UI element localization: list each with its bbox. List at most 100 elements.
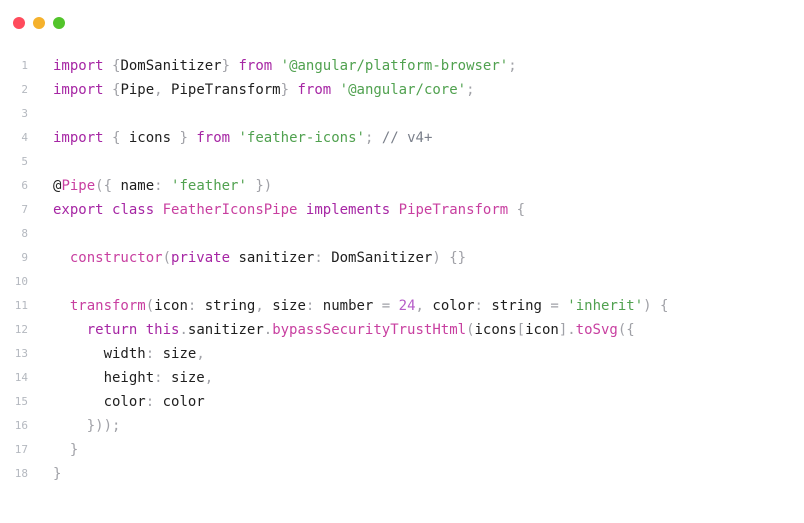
line-source: width: size, bbox=[53, 342, 205, 366]
code-token: 'feather' bbox=[171, 178, 247, 194]
code-token: } bbox=[221, 58, 231, 74]
code-token: Pipe bbox=[120, 82, 155, 98]
code-token: FeatherIconsPipe bbox=[162, 202, 298, 218]
code-token: , bbox=[204, 370, 214, 386]
line-number: 2 bbox=[21, 83, 28, 96]
code-token: sanitizer bbox=[187, 322, 264, 338]
code-token: DomSanitizer bbox=[120, 58, 222, 74]
code-token: . bbox=[263, 322, 273, 338]
line-number: 14 bbox=[14, 371, 28, 384]
code-token: ; bbox=[466, 82, 475, 98]
code-token: private bbox=[171, 250, 231, 266]
code-token: 'feather-icons' bbox=[238, 130, 365, 146]
line-number: 17 bbox=[14, 443, 28, 456]
line-source: return this.sanitizer.bypassSecurityTrus… bbox=[53, 318, 635, 342]
code-token: color bbox=[154, 394, 205, 410]
line-number: 18 bbox=[14, 467, 28, 480]
code-token: color bbox=[423, 298, 475, 314]
code-token: } bbox=[69, 442, 79, 458]
code-token: : bbox=[314, 250, 323, 266]
code-token: {} bbox=[449, 250, 467, 266]
code-token: size bbox=[263, 298, 306, 314]
code-token: 'inherit' bbox=[567, 298, 644, 314]
code-token: { bbox=[660, 298, 669, 314]
line-source: constructor(private sanitizer: DomSaniti… bbox=[53, 246, 466, 270]
line-number: 16 bbox=[14, 419, 28, 432]
code-token: import bbox=[53, 82, 104, 98]
code-token: '@angular/platform-browser' bbox=[280, 58, 509, 74]
code-token: : bbox=[145, 394, 155, 410]
code-token: ({ bbox=[95, 178, 113, 194]
code-token: PipeTransform bbox=[398, 202, 509, 218]
line-number: 6 bbox=[21, 179, 28, 192]
code-token: } bbox=[280, 82, 290, 98]
line-source: } bbox=[53, 462, 61, 486]
minimize-icon[interactable] bbox=[33, 17, 45, 29]
line-number: 8 bbox=[21, 227, 28, 240]
code-token: ( bbox=[466, 322, 475, 338]
code-token: width bbox=[53, 346, 146, 362]
code-token: bypassSecurityTrustHtml bbox=[272, 322, 467, 338]
code-token: constructor bbox=[69, 250, 163, 266]
code-token: : bbox=[474, 298, 483, 314]
code-token: from bbox=[297, 82, 332, 98]
code-token: ; bbox=[508, 58, 517, 74]
code-token: ) bbox=[643, 298, 652, 314]
code-token: transform bbox=[69, 298, 146, 314]
line-number: 9 bbox=[21, 251, 28, 264]
code-token: size bbox=[154, 346, 197, 362]
code-token: toSvg bbox=[575, 322, 618, 338]
maximize-icon[interactable] bbox=[53, 17, 65, 29]
code-token: } bbox=[179, 130, 188, 146]
code-token: : bbox=[145, 346, 155, 362]
code-token: name bbox=[112, 178, 155, 194]
code-token: export bbox=[53, 202, 104, 218]
code-token: DomSanitizer bbox=[322, 250, 433, 266]
line-number: 1 bbox=[21, 59, 28, 72]
code-token: this bbox=[145, 322, 180, 338]
code-token: icon bbox=[154, 298, 188, 314]
code-token: // v4+ bbox=[381, 130, 433, 146]
code-token: import bbox=[53, 58, 104, 74]
line-number: 7 bbox=[21, 203, 28, 216]
code-token: = bbox=[381, 298, 391, 314]
line-source: })); bbox=[53, 414, 121, 438]
code-token: implements bbox=[305, 202, 391, 218]
code-token: sanitizer bbox=[230, 250, 315, 266]
code-token: class bbox=[112, 202, 155, 218]
code-token: ) bbox=[432, 250, 441, 266]
code-token: , bbox=[255, 298, 264, 314]
code-token: ({ bbox=[617, 322, 635, 338]
code-window: 1 import { DomSanitizer} from '@angular/pl… bbox=[0, 0, 804, 523]
code-token: : bbox=[154, 370, 163, 386]
code-token: { bbox=[516, 202, 526, 218]
close-icon[interactable] bbox=[13, 17, 25, 29]
line-number: 13 bbox=[14, 347, 28, 360]
line-number: 11 bbox=[14, 299, 28, 312]
code-token: return bbox=[86, 322, 138, 338]
code-token: [ bbox=[516, 322, 526, 338]
line-number: 3 bbox=[21, 107, 28, 120]
line-number: 4 bbox=[21, 131, 28, 144]
code-token: icons bbox=[474, 322, 517, 338]
code-token: })); bbox=[86, 418, 121, 434]
line-source: export class FeatherIconsPipe implements… bbox=[53, 198, 525, 222]
